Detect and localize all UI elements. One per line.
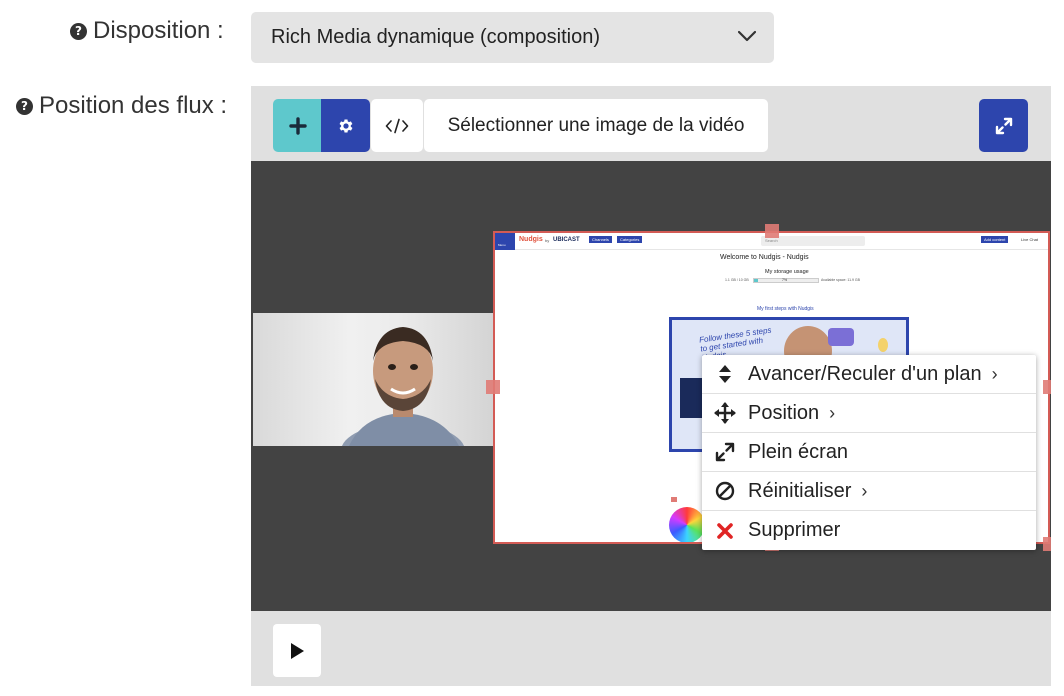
storage-available: Available space: 11.9 GB — [821, 278, 860, 282]
fullscreen-button[interactable] — [979, 99, 1028, 152]
storage-used: 1.1 GB / 10 GB — [725, 278, 749, 282]
position-label-group: ? Position des flux : — [16, 92, 227, 120]
close-icon — [702, 522, 748, 539]
select-video-image-button[interactable]: Sélectionner une image de la vidéo — [424, 99, 768, 152]
chevron-right-icon: › — [991, 363, 998, 384]
menu-item-arrange-label: Avancer/Reculer d'un plan — [748, 362, 982, 385]
menu-button — [495, 233, 515, 250]
presenter-image — [342, 327, 464, 446]
expand-icon — [702, 442, 748, 462]
play-button[interactable] — [273, 624, 321, 677]
nudgis-brand-company: UBICAST — [553, 237, 580, 243]
menu-label: Menu — [498, 243, 506, 247]
webcam-stream[interactable] — [253, 313, 493, 446]
disposition-label: Disposition : — [93, 17, 224, 44]
embed-code-button[interactable] — [371, 99, 423, 152]
play-icon — [291, 642, 304, 659]
menu-item-position[interactable]: Position › — [702, 394, 1036, 433]
add-content-button: Add content — [981, 236, 1009, 243]
sort-icon — [702, 364, 748, 384]
expand-icon — [995, 117, 1012, 134]
position-label: Position des flux : — [39, 92, 228, 119]
menu-item-arrange[interactable]: Avancer/Reculer d'un plan › — [702, 355, 1036, 394]
menu-item-delete[interactable]: Supprimer — [702, 511, 1036, 550]
nudgis-brand: Nudgis — [519, 236, 543, 243]
storage-title: My storage usage — [765, 269, 809, 275]
resize-handle-top[interactable] — [765, 224, 779, 238]
add-stream-button[interactable] — [273, 99, 322, 152]
storage-bar: 7% — [753, 278, 819, 283]
menu-item-position-label: Position — [748, 401, 820, 424]
code-icon — [385, 118, 409, 133]
context-menu: Avancer/Reculer d'un plan › Position › P… — [702, 355, 1036, 550]
move-icon — [702, 402, 748, 424]
resize-handle-bottom-right[interactable] — [1043, 537, 1051, 551]
plus-icon — [288, 116, 307, 135]
disposition-select[interactable]: Rich Media dynamique (composition) — [251, 12, 774, 63]
menu-item-reset[interactable]: Réinitialiser › — [702, 472, 1036, 511]
gear-icon — [339, 118, 352, 133]
help-icon[interactable]: ? — [16, 97, 33, 115]
disposition-selected-value: Rich Media dynamique (composition) — [271, 26, 601, 48]
help-icon[interactable]: ? — [70, 22, 87, 40]
welcome-title: Welcome to Nudgis - Nudgis — [720, 254, 809, 261]
editor-toolbar: Sélectionner une image de la vidéo — [251, 86, 1051, 161]
swatch — [671, 497, 677, 502]
chevron-down-icon — [738, 30, 756, 42]
resize-handle-left[interactable] — [486, 380, 500, 394]
menu-item-fullscreen-label: Plein écran — [748, 440, 849, 463]
user-menu: Live Chat — [1021, 237, 1038, 242]
settings-button[interactable] — [321, 99, 370, 152]
resize-handle-right[interactable] — [1043, 380, 1051, 394]
player-bar — [251, 611, 1051, 686]
ban-icon — [702, 481, 748, 501]
menu-item-reset-label: Réinitialiser — [748, 479, 852, 502]
nav-categories: Categories — [617, 236, 643, 243]
menu-item-fullscreen[interactable]: Plein écran — [702, 433, 1036, 472]
disposition-label-group: ? Disposition : — [70, 17, 224, 45]
first-steps-title: My first steps with Nudgis — [757, 306, 814, 312]
menu-item-delete-label: Supprimer — [748, 519, 841, 541]
chevron-right-icon: › — [829, 402, 836, 423]
nav-channels: Channels — [589, 236, 612, 243]
nudgis-brand-by: by — [545, 238, 550, 243]
chevron-right-icon: › — [861, 480, 868, 501]
color-wheel — [669, 507, 705, 542]
